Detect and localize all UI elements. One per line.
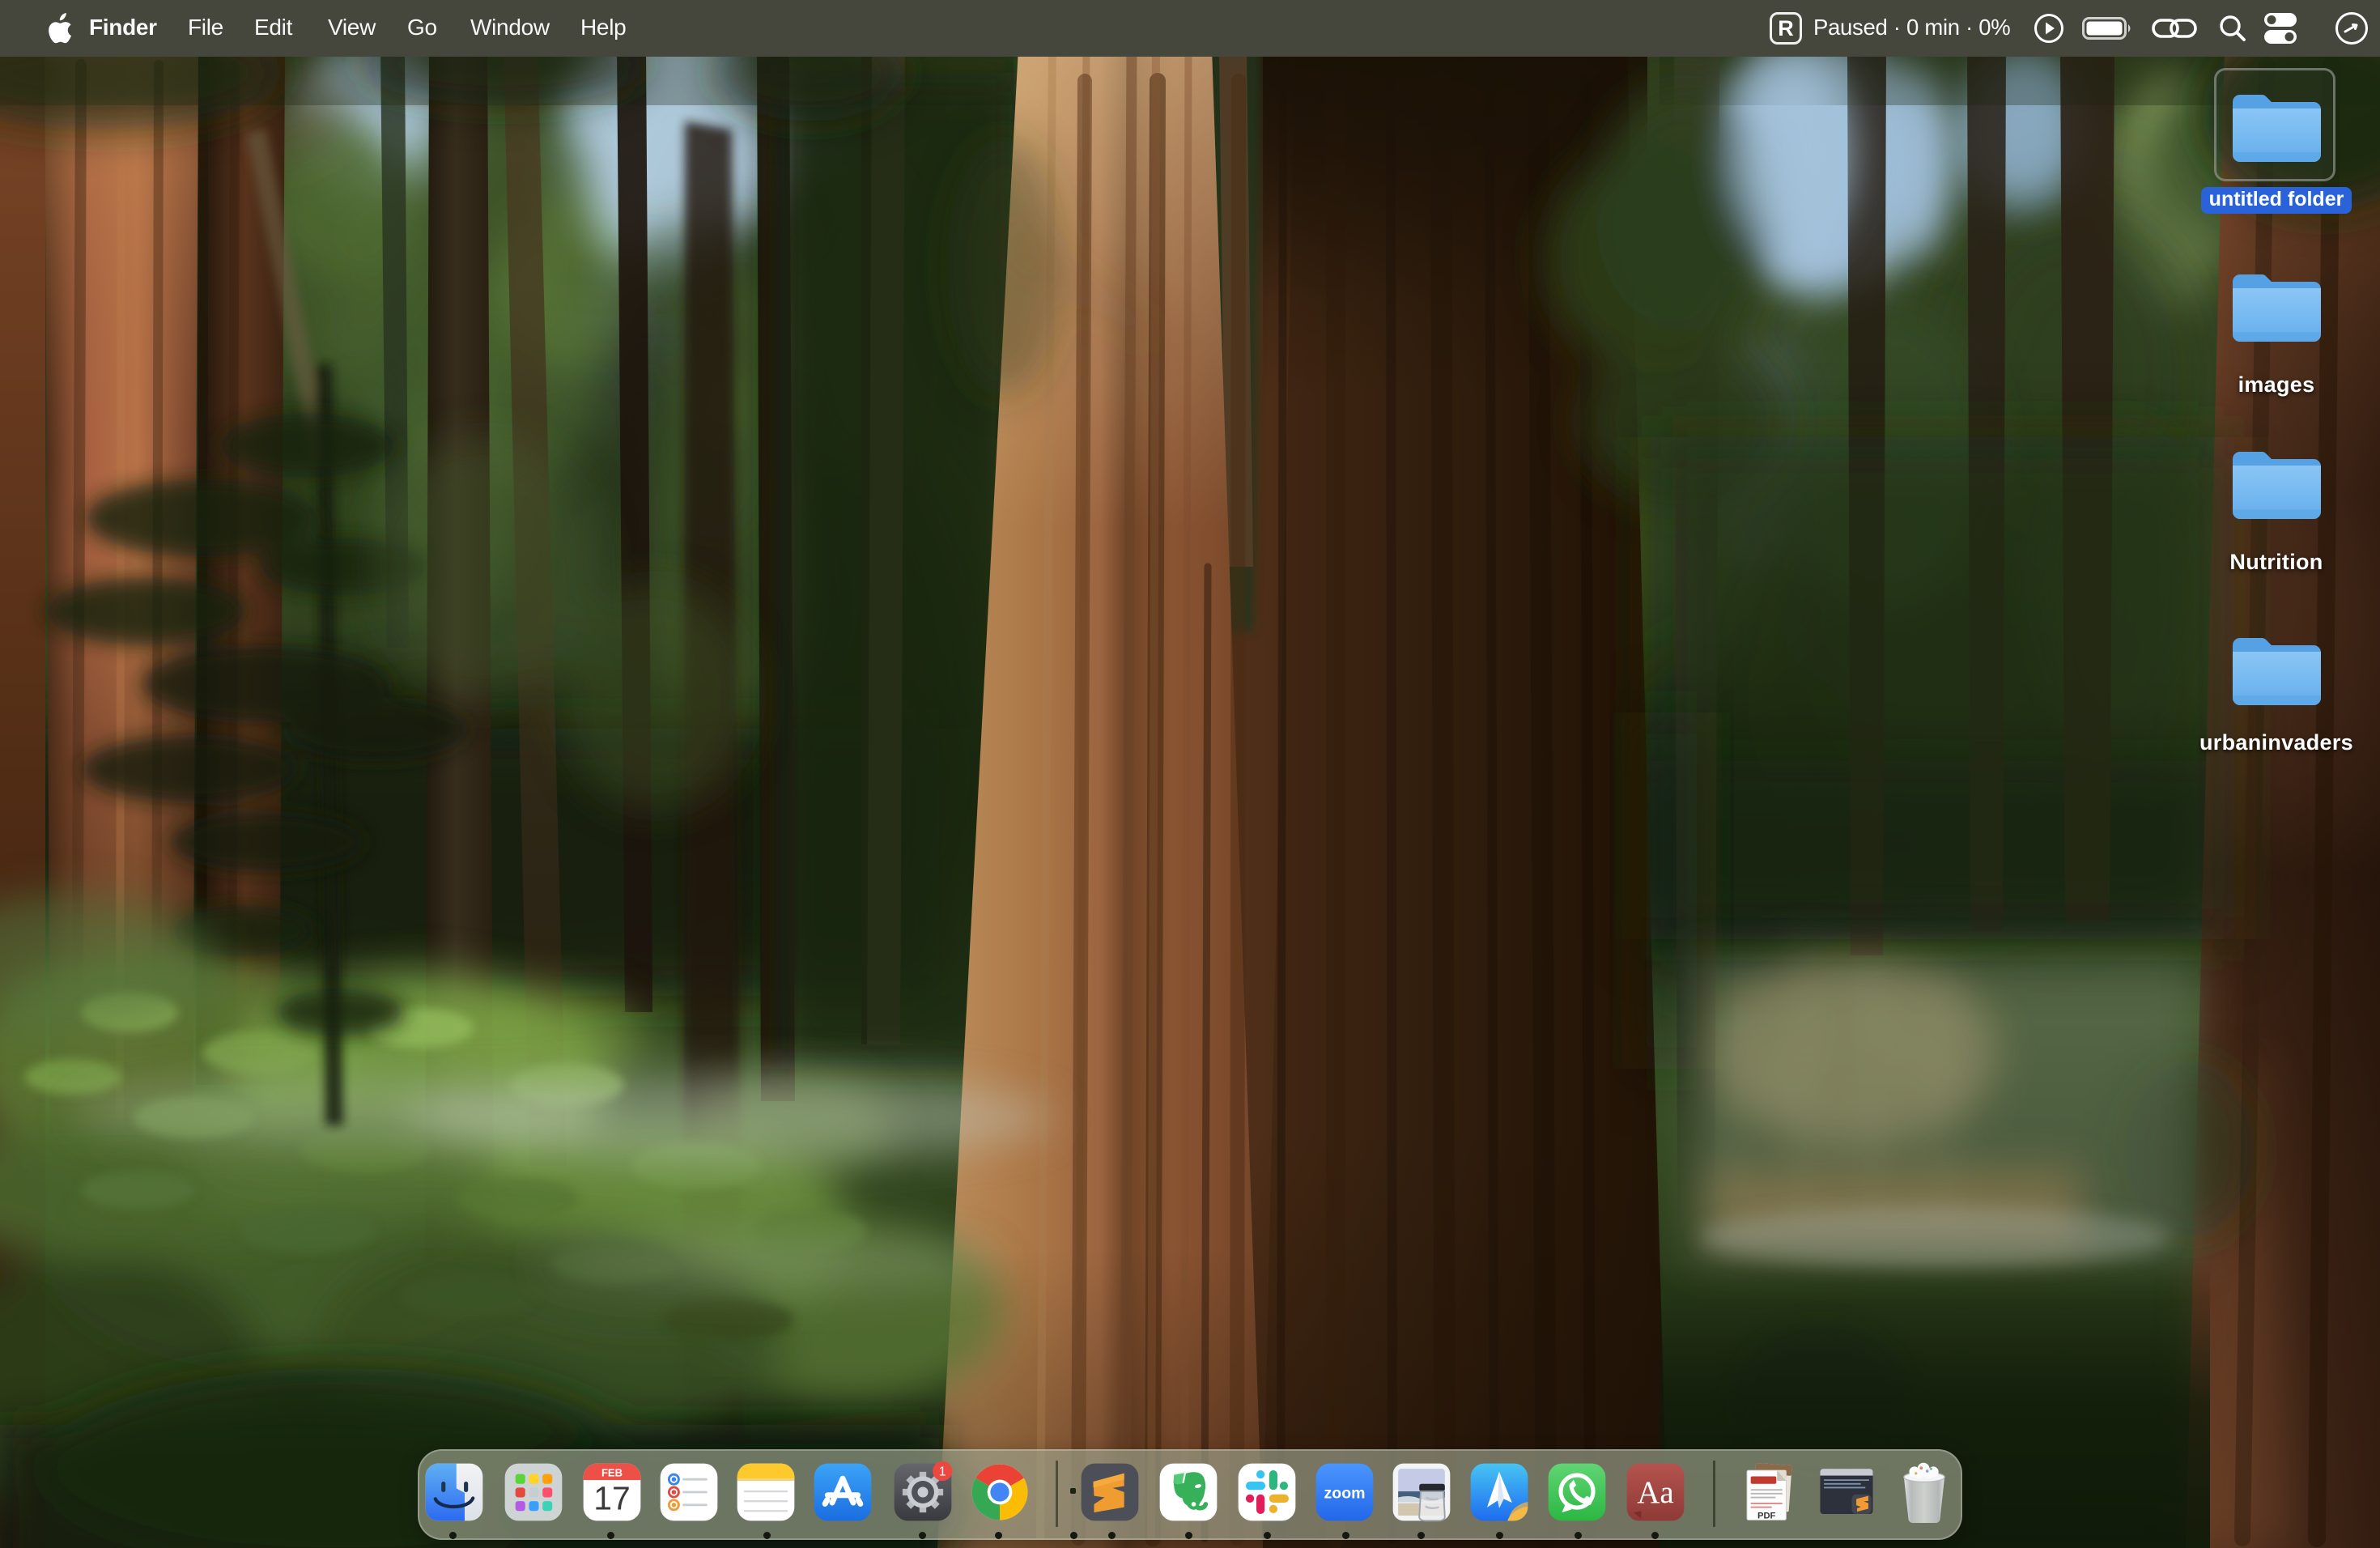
svg-text:FEB: FEB xyxy=(601,1466,623,1478)
svg-text:PDF: PDF xyxy=(1757,1512,1775,1521)
svg-text:zoom: zoom xyxy=(1324,1484,1366,1502)
svg-text:Aa: Aa xyxy=(1637,1475,1674,1510)
svg-text:17: 17 xyxy=(593,1479,631,1516)
svg-text:1: 1 xyxy=(939,1465,946,1479)
